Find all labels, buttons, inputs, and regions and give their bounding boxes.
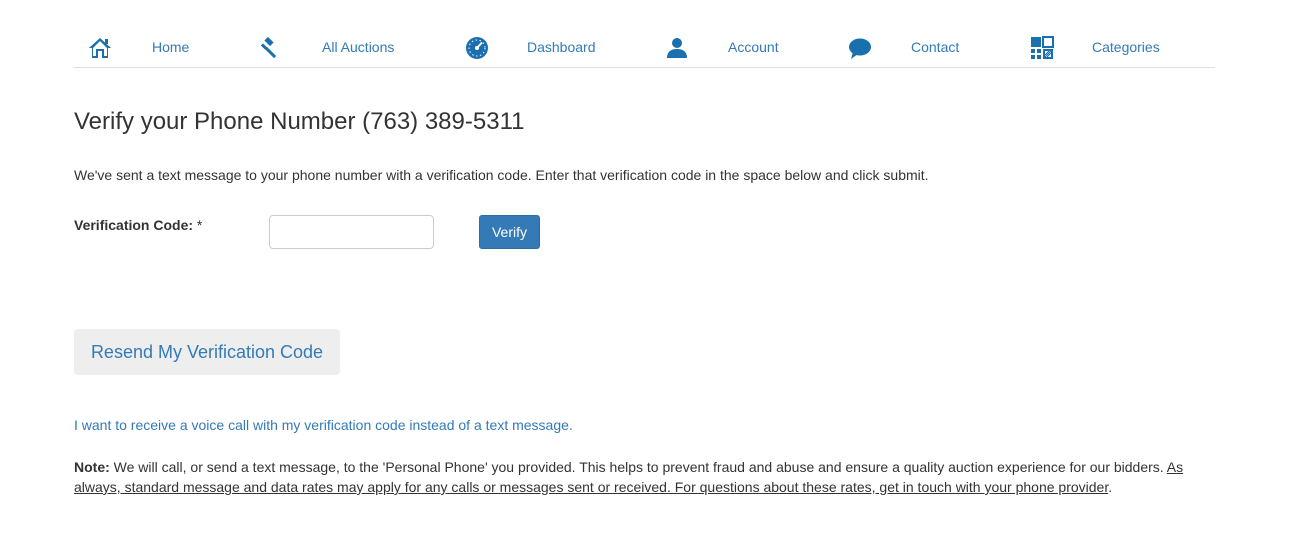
required-mark: *: [196, 217, 203, 233]
chat-icon: [848, 36, 872, 60]
categories-icon: [1030, 36, 1054, 60]
home-icon: [88, 36, 112, 60]
nav-account[interactable]: Account: [665, 24, 785, 67]
nav-contact[interactable]: Contact: [848, 24, 968, 67]
note-lead: Note:: [74, 459, 110, 475]
nav-all-auctions-label: All Auctions: [322, 39, 395, 55]
nav-dashboard[interactable]: Dashboard: [465, 24, 605, 67]
nav-all-auctions[interactable]: All Auctions: [260, 24, 400, 67]
nav-categories[interactable]: Categories: [1030, 24, 1170, 67]
gavel-icon: [260, 36, 284, 60]
dashboard-icon: [465, 36, 489, 60]
user-icon: [665, 36, 689, 60]
verification-code-input[interactable]: [269, 215, 434, 249]
note-body: We will call, or send a text message, to…: [109, 459, 1167, 475]
nav-categories-label: Categories: [1092, 39, 1160, 55]
note-end: .: [1108, 479, 1113, 495]
resend-code-button[interactable]: Resend My Verification Code: [74, 329, 340, 375]
nav-contact-label: Contact: [911, 39, 960, 55]
nav-dashboard-label: Dashboard: [527, 39, 596, 55]
nav-home-label: Home: [152, 39, 190, 55]
verification-code-label-text: Verification Code:: [74, 217, 194, 233]
note-paragraph: Note: We will call, or send a text messa…: [74, 457, 1219, 497]
verify-button[interactable]: Verify: [479, 215, 540, 249]
verification-code-label: Verification Code: *: [74, 217, 202, 233]
main-nav: Home All Auctions Dashboard Account Cont…: [74, 24, 1215, 68]
intro-text: We've sent a text message to your phone …: [74, 167, 929, 183]
voice-call-link[interactable]: I want to receive a voice call with my v…: [74, 417, 573, 433]
nav-home[interactable]: Home: [88, 24, 198, 67]
page-title: Verify your Phone Number (763) 389-5311: [74, 108, 525, 135]
nav-account-label: Account: [728, 39, 779, 55]
